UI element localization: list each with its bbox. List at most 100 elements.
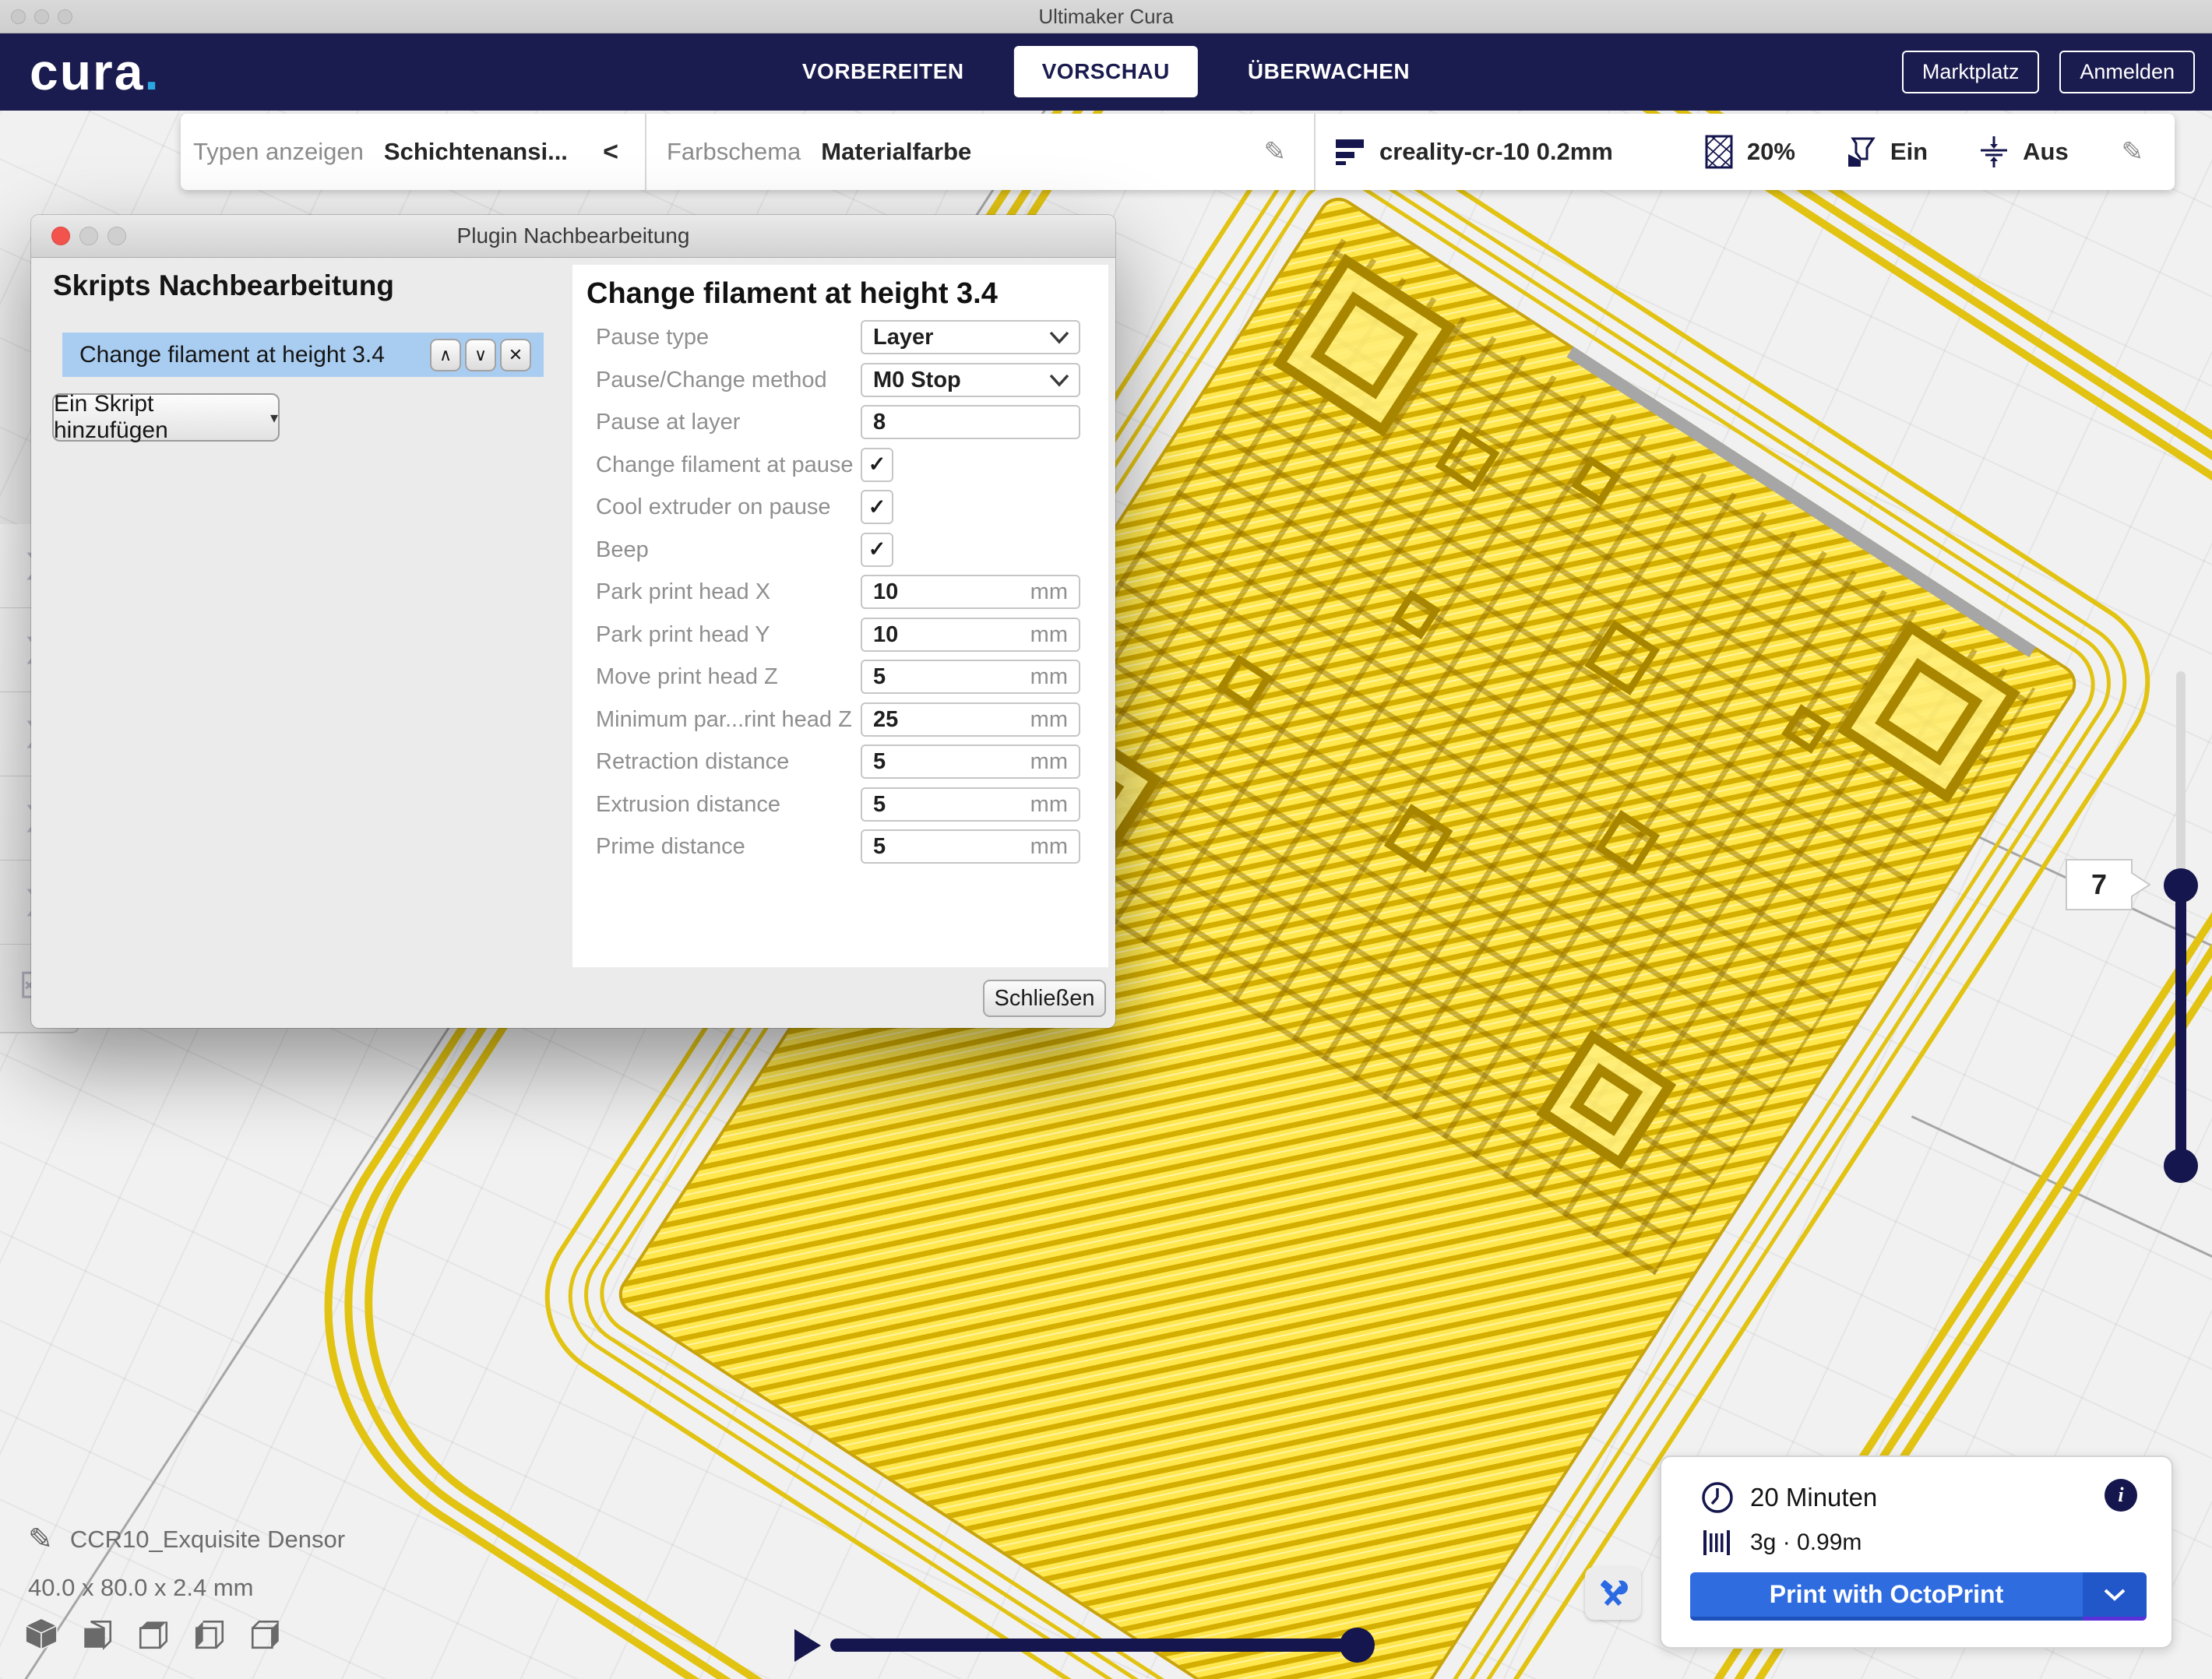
marketplace-button[interactable]: Marktplatz — [1902, 51, 2040, 93]
setting-input[interactable]: 10 mm — [861, 575, 1080, 609]
view-type-label: Typen anzeigen — [193, 138, 364, 166]
qr-finder — [1536, 1030, 1676, 1170]
close-dialog-button[interactable]: Schließen — [983, 980, 1106, 1017]
view-type-value[interactable]: Schichtenansi... — [384, 138, 568, 166]
setting-value: 10 — [873, 576, 898, 607]
layer-slider-upper-handle[interactable] — [2164, 868, 2198, 903]
print-job-panel: 20 Minuten i 3g · 0.99m Print with OctoP… — [1660, 1455, 2173, 1649]
selected-script-name: Change filament at height 3.4 — [79, 342, 430, 368]
setting-unit: mm — [1030, 789, 1068, 820]
setting-value: M0 Stop — [873, 364, 961, 396]
layer-slider-track-upper[interactable] — [2176, 671, 2186, 889]
info-icon[interactable]: i — [2105, 1479, 2137, 1512]
setting-dropdown[interactable]: Layer — [861, 320, 1080, 354]
selected-script-row[interactable]: Change filament at height 3.4 ∧ ∨ ✕ — [62, 333, 544, 377]
adhesion-value: Aus — [2023, 138, 2069, 166]
setting-label: Extrusion distance — [596, 787, 780, 822]
setting-dropdown[interactable]: M0 Stop — [861, 363, 1080, 397]
view-toolbar: Typen anzeigen Schichtenansi... < Farbsc… — [181, 114, 2175, 190]
material-estimate: 3g · 0.99m — [1750, 1529, 1862, 1556]
view-type-selector[interactable]: Typen anzeigen Schichtenansi... < — [181, 114, 645, 190]
adhesion-icon — [1979, 135, 2009, 169]
setting-checkbox[interactable]: ✓ — [861, 490, 893, 524]
setting-input[interactable]: 10mm — [861, 618, 1080, 652]
job-name: CCR10_Exquisite Densor — [70, 1526, 345, 1554]
setting-label: Retraction distance — [596, 744, 789, 779]
setting-row: Cool extruder on pause ✓ — [572, 490, 1108, 524]
app-header: cura. VORBEREITENVORSCHAUÜBERWACHEN Mark… — [0, 33, 2212, 111]
collapse-icon[interactable]: < — [603, 137, 618, 167]
setting-value: 5 — [873, 746, 886, 777]
setting-input[interactable]: 5mm — [861, 829, 1080, 864]
setting-input[interactable]: 5mm — [861, 660, 1080, 694]
cura-application: ✎ CCR10_Exquisite Densor 40.0 x 80.0 x 2… — [0, 0, 2212, 1679]
setting-unit: mm — [1030, 661, 1068, 692]
printer-profile: creality-cr-10 0.2mm — [1379, 138, 1613, 166]
print-output-dropdown[interactable] — [2083, 1572, 2147, 1621]
play-icon[interactable] — [794, 1629, 821, 1662]
setting-unit: mm — [1030, 576, 1068, 607]
remove-script-button[interactable]: ✕ — [500, 339, 531, 371]
job-info: ✎ CCR10_Exquisite Densor 40.0 x 80.0 x 2… — [28, 1522, 345, 1602]
setting-label: Prime distance — [596, 829, 745, 864]
setting-row: Park print head Y10mm — [572, 618, 1108, 652]
rename-job-icon[interactable]: ✎ — [28, 1522, 53, 1557]
color-scheme-selector[interactable]: Farbschema Materialfarbe ✎ — [646, 114, 1314, 190]
simulation-slider-handle[interactable] — [1340, 1628, 1375, 1663]
print-settings-summary[interactable]: creality-cr-10 0.2mm 20% Ein Aus ✎ — [1316, 114, 2175, 190]
setting-row: Retraction distance 5mm — [572, 744, 1108, 779]
support-icon — [1847, 136, 1876, 168]
setting-unit: mm — [1030, 619, 1068, 650]
setting-row: Move print head Z5mm — [572, 660, 1108, 694]
setting-label: Cool extruder on pause — [596, 490, 830, 524]
signin-button[interactable]: Anmelden — [2059, 51, 2195, 93]
infill-value: 20% — [1747, 138, 1795, 166]
setting-input[interactable]: 5mm — [861, 787, 1080, 822]
setting-row: Prime distance 5mm — [572, 829, 1108, 864]
move-script-up-button[interactable]: ∧ — [430, 339, 461, 371]
setting-value: Layer — [873, 322, 933, 353]
edit-settings-pencil-icon[interactable]: ✎ — [2122, 136, 2144, 167]
tab-überwachen[interactable]: ÜBERWACHEN — [1248, 59, 1410, 84]
job-dimensions: 40.0 x 80.0 x 2.4 mm — [28, 1574, 345, 1602]
tab-vorschau[interactable]: VORSCHAU — [1014, 46, 1198, 97]
setting-label: Minimum par...rint head Z — [596, 702, 852, 737]
camera-view-buttons — [23, 1617, 284, 1651]
setting-unit: mm — [1030, 704, 1068, 735]
setting-label: Pause at layer — [596, 405, 740, 439]
simulation-slider-track[interactable] — [830, 1639, 1358, 1652]
script-settings-rows: Pause typeLayerPause/Change methodM0 Sto… — [572, 320, 1108, 864]
color-scheme-value[interactable]: Materialfarbe — [821, 138, 971, 166]
print-settings-button[interactable] — [1585, 1567, 1641, 1620]
add-script-button[interactable]: Ein Skript hinzufügen ▾ — [52, 393, 280, 442]
clock-icon — [1700, 1480, 1735, 1515]
chevron-down-icon — [1049, 374, 1069, 391]
dialog-titlebar[interactable]: Plugin Nachbearbeitung — [31, 215, 1115, 258]
view-right-icon[interactable] — [248, 1617, 284, 1651]
edit-pencil-icon[interactable]: ✎ — [1264, 136, 1287, 167]
setting-input[interactable]: 25 mm — [861, 702, 1080, 737]
logo-dot: . — [144, 43, 160, 100]
view-left-icon[interactable] — [192, 1617, 227, 1651]
view-3d-icon[interactable] — [23, 1617, 59, 1651]
setting-input[interactable]: 8 — [861, 405, 1080, 439]
setting-input[interactable]: 5mm — [861, 744, 1080, 779]
setting-checkbox[interactable]: ✓ — [861, 533, 893, 567]
move-script-down-button[interactable]: ∨ — [465, 339, 496, 371]
setting-value: 25 — [873, 704, 898, 735]
setting-row: Beep✓ — [572, 533, 1108, 567]
dialog-title: Plugin Nachbearbeitung — [31, 215, 1115, 257]
print-with-octoprint-button[interactable]: Print with OctoPrint — [1690, 1572, 2083, 1621]
layer-slider-lower-handle[interactable] — [2164, 1149, 2198, 1183]
chevron-down-icon — [2103, 1588, 2126, 1602]
view-top-icon[interactable] — [136, 1617, 171, 1651]
chevron-down-icon — [1049, 331, 1069, 348]
setting-row: Extrusion distance 5mm — [572, 787, 1108, 822]
setting-checkbox[interactable]: ✓ — [861, 448, 893, 482]
tab-vorbereiten[interactable]: VORBEREITEN — [802, 59, 964, 84]
setting-row: Pause typeLayer — [572, 320, 1108, 354]
post-processing-dialog: Plugin Nachbearbeitung Skripts Nachbearb… — [31, 215, 1115, 1028]
print-button-group: Print with OctoPrint — [1690, 1572, 2147, 1621]
layer-slider-track-lower[interactable] — [2175, 885, 2186, 1166]
view-front-icon[interactable] — [79, 1617, 115, 1651]
